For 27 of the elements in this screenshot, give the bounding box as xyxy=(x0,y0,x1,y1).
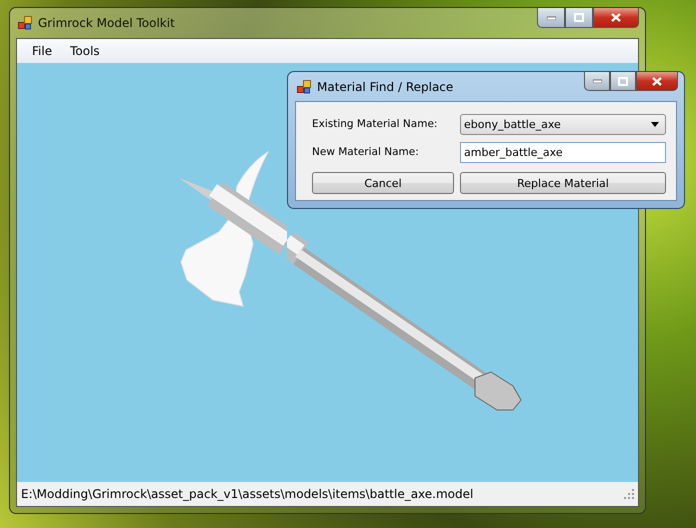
material-name-field[interactable]: amber_battle_axe xyxy=(460,142,666,163)
maximize-button[interactable] xyxy=(565,8,593,28)
field-label: Existing Material Name: xyxy=(312,118,438,130)
menu-item[interactable]: Tools xyxy=(61,42,109,60)
resize-grip-icon xyxy=(624,489,634,499)
dropdown-caret-icon xyxy=(651,122,659,127)
close-icon xyxy=(652,76,662,86)
dialog-title: Material Find / Replace xyxy=(317,80,454,94)
window-title: Grimrock Model Toolkit xyxy=(38,16,175,30)
material-dropdown[interactable]: ebony_battle_axe xyxy=(460,114,666,135)
minimize-button[interactable] xyxy=(584,72,610,91)
cancel-button[interactable]: Cancel xyxy=(312,172,454,194)
close-icon xyxy=(611,13,621,22)
close-button[interactable] xyxy=(636,72,678,91)
maximize-button[interactable] xyxy=(610,72,636,91)
minimize-button[interactable] xyxy=(537,8,565,28)
app-icon xyxy=(297,80,311,94)
menu-item[interactable]: File xyxy=(23,42,62,60)
close-button[interactable] xyxy=(593,8,639,28)
minimize-icon xyxy=(546,16,556,20)
field-label: New Material Name: xyxy=(312,146,420,158)
maximize-icon xyxy=(574,13,584,22)
file-path: E:\Modding\Grimrock\asset_pack_v1\assets\models\items\battle_axe.model xyxy=(21,487,474,501)
maximize-icon xyxy=(618,76,628,86)
replace-material-button[interactable]: Replace Material xyxy=(460,172,666,194)
minimize-icon xyxy=(592,79,602,83)
app-icon xyxy=(18,16,32,30)
